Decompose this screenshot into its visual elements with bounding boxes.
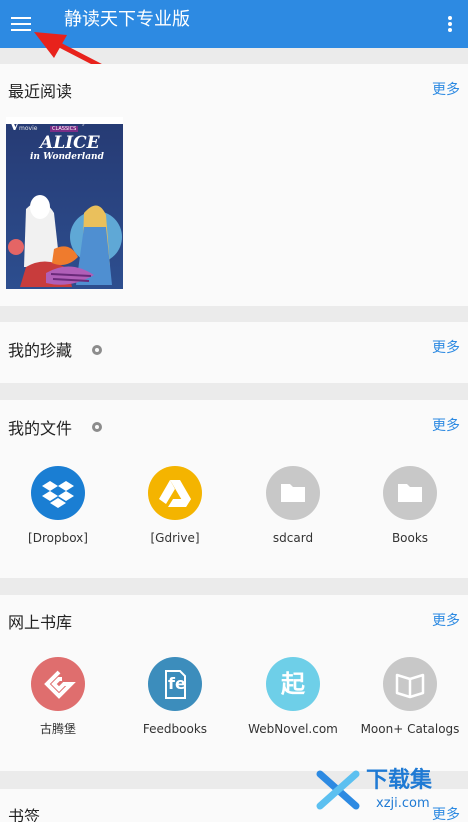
section-title: 网上书库 bbox=[8, 613, 73, 632]
cover-subtitle: in Wonderland bbox=[30, 152, 104, 162]
webnovel-glyph: 起 bbox=[281, 670, 305, 698]
more-link[interactable]: 更多 bbox=[432, 81, 460, 99]
section-title: 最近阅读 bbox=[8, 82, 73, 101]
feedbooks-glyph: fe bbox=[168, 674, 186, 693]
recent-section: 最近阅读 更多 V movie Walt Disney CLASSICS ALI… bbox=[0, 64, 468, 306]
item-label: [Gdrive] bbox=[150, 531, 200, 545]
gear-icon[interactable] bbox=[92, 422, 102, 432]
file-item-dropbox[interactable]: [Dropbox] bbox=[0, 466, 117, 546]
file-item-gdrive[interactable]: [Gdrive] bbox=[116, 466, 234, 546]
site-watermark: 下载集 xzji.com bbox=[314, 760, 464, 820]
folder-icon bbox=[266, 466, 320, 520]
book-cover[interactable]: V movie Walt Disney CLASSICS ALICE in Wo… bbox=[6, 117, 123, 289]
favorites-section: 我的珍藏 更多 bbox=[0, 322, 468, 383]
item-label: Feedbooks bbox=[142, 722, 208, 736]
open-book-icon bbox=[383, 657, 437, 711]
more-link[interactable]: 更多 bbox=[432, 339, 460, 357]
watermark-logo-icon bbox=[316, 770, 360, 810]
file-item-sdcard[interactable]: sdcard bbox=[234, 466, 352, 546]
catalog-item-webnovel[interactable]: 起 WebNovel.com bbox=[234, 657, 352, 737]
item-label: WebNovel.com bbox=[248, 722, 338, 736]
gutenberg-icon bbox=[31, 657, 85, 711]
more-link[interactable]: 更多 bbox=[432, 612, 460, 630]
google-drive-icon bbox=[148, 466, 202, 520]
cover-title: ALICE bbox=[40, 133, 100, 153]
watermark-site: xzji.com bbox=[376, 796, 430, 811]
files-section: 我的文件 更多 [Dropbox] [Gdrive] sdcard Books bbox=[0, 400, 468, 578]
item-label: 古腾堡 bbox=[39, 722, 76, 736]
folder-icon bbox=[383, 466, 437, 520]
cover-brand: Walt Disney bbox=[44, 118, 87, 126]
section-title: 我的珍藏 bbox=[8, 341, 73, 360]
item-label: [Dropbox] bbox=[28, 531, 88, 545]
file-item-books[interactable]: Books bbox=[351, 466, 468, 546]
feedbooks-icon: fe bbox=[148, 657, 202, 711]
watermark-text: 下载集 bbox=[366, 768, 433, 793]
section-title: 我的文件 bbox=[8, 419, 73, 438]
more-vert-icon[interactable] bbox=[438, 6, 462, 42]
item-label: Moon+ Catalogs bbox=[360, 722, 460, 736]
cover-series: CLASSICS bbox=[50, 126, 79, 132]
catalog-item-feedbooks[interactable]: fe Feedbooks bbox=[116, 657, 234, 737]
catalog-item-moon-catalogs[interactable]: Moon+ Catalogs bbox=[351, 657, 468, 737]
online-section: 网上书库 更多 古腾堡 fe Feedbooks 起 WebNovel.com bbox=[0, 595, 468, 771]
item-label: sdcard bbox=[272, 531, 314, 545]
more-link[interactable]: 更多 bbox=[432, 417, 460, 435]
catalog-item-gutenberg[interactable]: 古腾堡 bbox=[0, 657, 117, 737]
webnovel-icon: 起 bbox=[266, 657, 320, 711]
section-title: 书签 bbox=[8, 807, 41, 822]
gear-icon[interactable] bbox=[92, 345, 102, 355]
item-label: Books bbox=[391, 531, 429, 545]
dropbox-icon bbox=[31, 466, 85, 520]
cover-corner-small: movie bbox=[19, 125, 38, 132]
